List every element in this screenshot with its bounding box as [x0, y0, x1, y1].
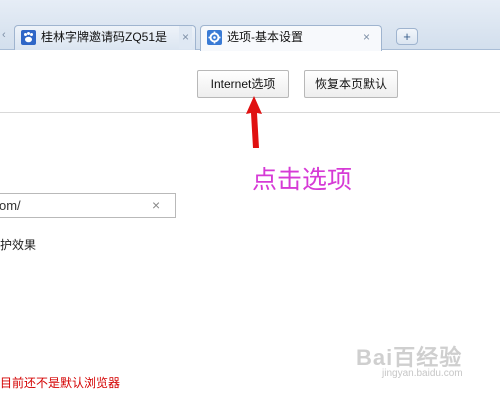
partial-tab-chevron-icon[interactable]: ‹ [2, 29, 6, 41]
clear-icon[interactable]: × [152, 197, 160, 213]
watermark-url: jingyan.baidu.com [382, 368, 463, 379]
tab-options-basic[interactable]: 选项-基本设置 × [200, 25, 382, 51]
homepage-url-field[interactable]: om/ [0, 193, 176, 218]
internet-options-button[interactable]: Internet选项 [197, 70, 289, 98]
default-browser-warning: 目前还不是默认浏览器 [0, 376, 121, 390]
new-tab-button[interactable]: + [396, 28, 418, 45]
tab-title: 选项-基本设置 [227, 30, 303, 44]
close-tab-icon[interactable]: × [363, 26, 370, 49]
tab-title: 桂林字牌邀请码ZQ51是 [41, 30, 168, 44]
close-tab-icon[interactable]: × [179, 26, 193, 49]
tab-strip: ‹ 桂林字牌邀请码ZQ51是 × 选项-基本设置 × + [0, 0, 500, 51]
restore-defaults-button[interactable]: 恢复本页默认 [304, 70, 398, 98]
annotation-text: 点击选项 [252, 165, 353, 194]
baidu-jingyan-watermark: Bai百经验 jingyan.baidu.com [356, 340, 496, 388]
tab-guilin[interactable]: 桂林字牌邀请码ZQ51是 × [14, 25, 196, 50]
annotation-arrow-icon [246, 96, 262, 148]
protect-effect-label: 护效果 [0, 238, 37, 252]
gear-icon [207, 30, 222, 45]
paw-icon [21, 30, 36, 45]
url-value: om/ [0, 198, 21, 213]
